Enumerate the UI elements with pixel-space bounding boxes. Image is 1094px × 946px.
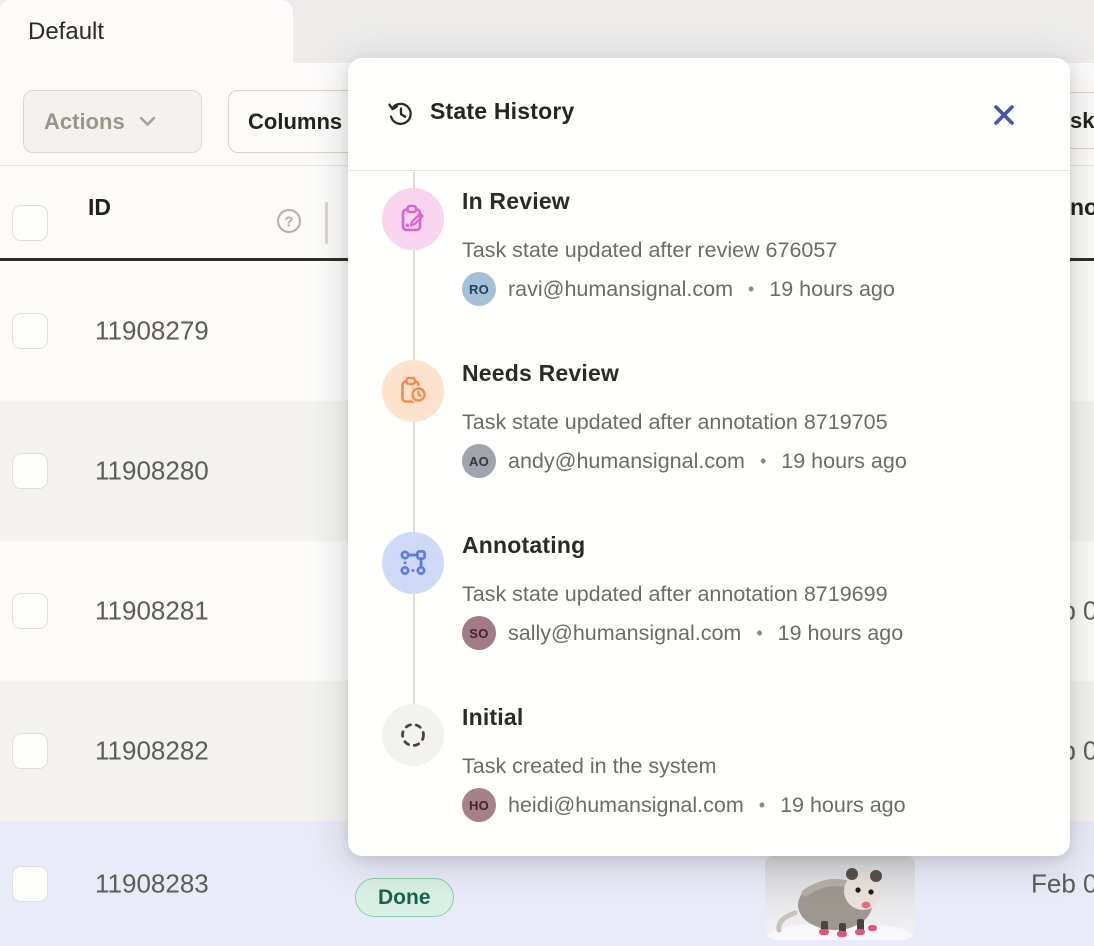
svg-text:?: ? bbox=[284, 214, 293, 231]
dashed-circle-icon bbox=[382, 704, 444, 766]
avatar: HO bbox=[462, 788, 496, 822]
user-email: andy@humansignal.com bbox=[508, 449, 745, 474]
user-email: sally@humansignal.com bbox=[508, 621, 741, 646]
entry-meta: RO ravi@humansignal.com • 19 hours ago bbox=[462, 272, 895, 306]
clipboard-clock-icon bbox=[382, 360, 444, 422]
entry-state: Needs Review bbox=[462, 360, 907, 386]
columns-button-label: Columns bbox=[248, 109, 342, 135]
entry-state: Initial bbox=[462, 704, 906, 730]
clipboard-pencil-icon bbox=[382, 188, 444, 250]
actions-button[interactable]: Actions bbox=[23, 90, 202, 153]
actions-button-label: Actions bbox=[44, 109, 125, 135]
meta-separator: • bbox=[745, 279, 757, 300]
opossum-image bbox=[765, 855, 915, 940]
avatar: SO bbox=[462, 616, 496, 650]
help-icon[interactable]: ? bbox=[274, 206, 304, 236]
user-email: ravi@humansignal.com bbox=[508, 277, 733, 302]
entry-content: Needs Review Task state updated after an… bbox=[462, 360, 907, 478]
row-checkbox[interactable] bbox=[12, 313, 48, 349]
history-entry: Annotating Task state updated after anno… bbox=[382, 532, 1032, 650]
entry-state: Annotating bbox=[462, 532, 903, 558]
entry-meta: SO sally@humansignal.com • 19 hours ago bbox=[462, 616, 903, 650]
cell-task-id: 11908280 bbox=[95, 456, 209, 487]
cell-task-id: 11908279 bbox=[95, 316, 209, 347]
cell-task-id: 11908282 bbox=[95, 736, 209, 767]
column-resize-handle[interactable] bbox=[325, 202, 328, 244]
entry-content: In Review Task state updated after revie… bbox=[462, 188, 895, 306]
tab-default[interactable]: Default bbox=[0, 0, 293, 63]
row-checkbox[interactable] bbox=[12, 453, 48, 489]
modal-title: State History bbox=[430, 98, 574, 125]
entry-meta: HO heidi@humansignal.com • 19 hours ago bbox=[462, 788, 906, 822]
cell-task-id: 11908281 bbox=[95, 596, 209, 627]
meta-separator: • bbox=[757, 451, 769, 472]
time-ago: 19 hours ago bbox=[780, 793, 906, 818]
time-ago: 19 hours ago bbox=[781, 449, 907, 474]
tab-label: Default bbox=[28, 18, 104, 46]
row-checkbox[interactable] bbox=[12, 593, 48, 629]
column-header-id: ID bbox=[88, 194, 111, 221]
tab-bar: Default bbox=[0, 0, 1094, 63]
history-entry: In Review Task state updated after revie… bbox=[382, 188, 1032, 306]
avatar: RO bbox=[462, 272, 496, 306]
task-image-thumbnail[interactable] bbox=[765, 855, 915, 940]
cell-task-id: 11908283 bbox=[95, 868, 209, 899]
state-history-modal: State History In Review Task state updat… bbox=[348, 58, 1070, 856]
close-icon bbox=[991, 102, 1017, 128]
history-entry: Initial Task created in the system HO he… bbox=[382, 704, 1032, 822]
history-clock-icon bbox=[386, 99, 416, 129]
avatar: AO bbox=[462, 444, 496, 478]
entry-description: Task state updated after review 676057 bbox=[462, 237, 895, 263]
time-ago: 19 hours ago bbox=[778, 621, 904, 646]
entry-description: Task state updated after annotation 8719… bbox=[462, 581, 903, 607]
meta-separator: • bbox=[756, 795, 768, 816]
chevron-down-icon bbox=[139, 116, 156, 127]
entry-content: Initial Task created in the system HO he… bbox=[462, 704, 906, 822]
time-ago: 19 hours ago bbox=[769, 277, 895, 302]
select-all-checkbox[interactable] bbox=[12, 205, 48, 241]
entry-state: In Review bbox=[462, 188, 895, 214]
entry-meta: AO andy@humansignal.com • 19 hours ago bbox=[462, 444, 907, 478]
entry-description: Task created in the system bbox=[462, 753, 906, 779]
meta-separator: • bbox=[753, 623, 765, 644]
history-entry: Needs Review Task state updated after an… bbox=[382, 360, 1032, 478]
status-badge-label: Done bbox=[378, 886, 431, 910]
row-checkbox[interactable] bbox=[12, 866, 48, 902]
row-checkbox[interactable] bbox=[12, 733, 48, 769]
entry-description: Task state updated after annotation 8719… bbox=[462, 409, 907, 435]
status-badge: Done bbox=[355, 878, 454, 917]
modal-divider bbox=[348, 170, 1070, 171]
bounding-box-icon bbox=[382, 532, 444, 594]
entry-content: Annotating Task state updated after anno… bbox=[462, 532, 903, 650]
clipped-right-button-label: sk bbox=[1070, 108, 1094, 134]
cell-date: Feb 05 bbox=[1031, 868, 1094, 899]
close-button[interactable] bbox=[988, 99, 1020, 131]
column-header-fragment: no bbox=[1070, 194, 1094, 221]
user-email: heidi@humansignal.com bbox=[508, 793, 744, 818]
